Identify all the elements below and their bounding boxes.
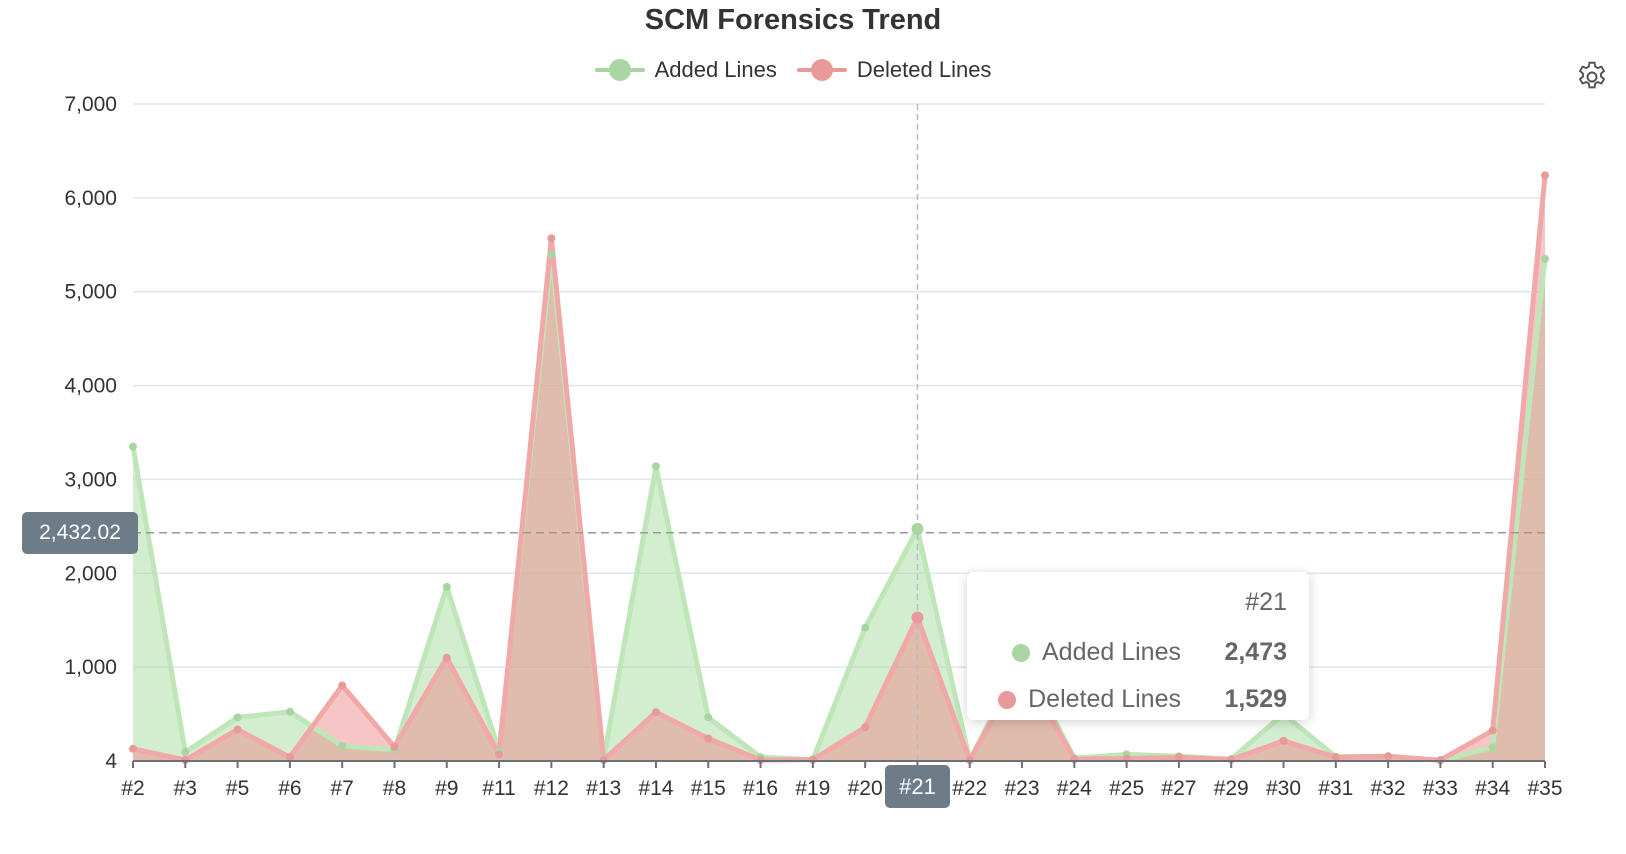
data-point [338,741,347,750]
data-point [129,744,137,753]
area-deleted [133,175,1545,762]
x-tick-label: #24 [1057,777,1092,800]
x-tick-label: #23 [1005,777,1040,800]
data-point [651,708,660,717]
data-point [861,623,870,632]
x-tick-label: #11 [482,777,515,800]
y-tick-label: 6,000 [64,187,117,210]
series-points [129,171,1549,765]
data-point [547,250,556,259]
x-tick-label: #32 [1371,777,1406,800]
x-tick-label: #15 [691,777,726,800]
data-point [495,750,504,759]
y-axis: 4 1,000 2,000 3,000 4,000 5,000 6,000 7,000 [64,93,117,773]
tooltip-series-name: Deleted Lines [1028,685,1181,713]
data-point [233,713,242,722]
data-point [1488,726,1497,735]
x-tick-label: #35 [1527,777,1562,800]
y-tick-label: 3,000 [64,468,117,491]
x-tick-label: #16 [743,777,778,800]
data-point [129,442,137,451]
tooltip-series-value: 2,473 [1224,638,1287,666]
x-tick-label: #34 [1475,777,1510,800]
data-point [1541,254,1549,263]
x-tick-label: #6 [278,777,301,800]
data-point [338,681,347,690]
x-tick-label: #9 [435,777,458,800]
tooltip-marker-deleted-icon [998,690,1017,709]
y-tick-label: 4,000 [64,375,117,398]
y-tick-label: 4 [105,750,117,773]
series-areas [133,175,1545,762]
x-tick-label: #13 [586,777,621,800]
x-tick-label: #27 [1161,777,1196,800]
tooltip-series-value: 1,529 [1224,685,1287,713]
data-point [861,723,870,732]
y-tick-label: 1,000 [64,656,117,679]
x-tick-label: #14 [638,777,673,800]
data-point [1541,171,1549,180]
data-point [1279,736,1288,745]
y-tick-label: 7,000 [64,93,117,116]
crosshair [133,104,1545,761]
x-tick-label: #8 [383,777,406,800]
data-point [390,742,399,751]
x-tick-label: #25 [1109,777,1144,800]
grid-lines [133,103,1545,668]
tooltip-row-deleted: Deleted Lines 1,529 [989,676,1287,723]
x-tick-label: #19 [795,777,830,800]
line-deleted [132,175,1548,763]
tooltip-title: #21 [1245,588,1287,616]
x-tick-label: #22 [952,777,987,800]
x-tick-label: #29 [1214,777,1249,800]
x-tick-label: #31 [1318,777,1353,800]
data-point [442,653,451,662]
data-point [1488,743,1497,752]
data-point [704,734,713,743]
x-tick-label: #2 [121,777,144,800]
data-point [911,611,924,624]
plot-area: 41,0002,0003,0004,0005,0006,0007,000 #2 #… [64,93,1563,800]
x-tick-label: #5 [226,777,249,800]
data-point [651,462,660,471]
data-point [181,748,190,757]
x-tick-label: #33 [1423,777,1458,800]
x-axis-pointer-label: #21 [885,765,950,808]
y-axis-pointer-label: 2,432.02 [22,512,138,554]
tooltip: #21 Added Lines 2,473 Deleted Lines 1,52… [967,572,1309,720]
x-tick-label: #7 [331,777,354,800]
data-point [911,522,924,535]
data-point [285,707,294,716]
series-lines [130,175,1548,764]
tooltip-marker-added-icon [1011,643,1030,662]
data-point [442,582,451,591]
y-tick-label: 2,000 [64,562,117,585]
x-tick-label: #3 [174,777,197,800]
x-axis: #2 #3 #5 #6 #7 #8 #9 #11 #12 #13 #14 #15 #16 #19 #20 #2… [121,760,1563,800]
x-tick-label: #30 [1266,777,1301,800]
tooltip-row-added: Added Lines 2,473 [989,629,1287,676]
data-point [233,725,242,734]
y-tick-label: 5,000 [64,281,117,304]
data-point [704,713,713,722]
data-point [1384,752,1393,761]
x-tick-label: #12 [534,777,569,800]
tooltip-series-name: Added Lines [1041,638,1181,666]
data-point [547,234,556,243]
x-tick-label: #20 [848,777,883,800]
